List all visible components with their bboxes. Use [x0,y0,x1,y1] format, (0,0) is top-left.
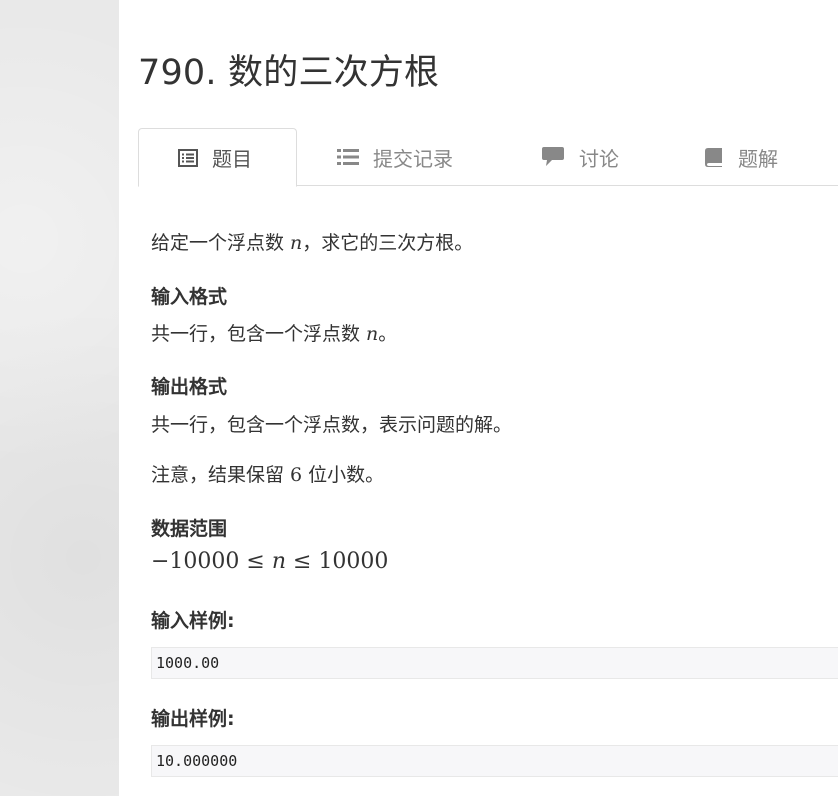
math-var: n [271,549,287,574]
text: 。 [378,323,398,345]
text: ，求它的三次方根。 [302,232,474,254]
math-num: 6 [290,464,303,486]
text: 位小数。 [302,464,385,486]
list-icon [337,148,359,166]
input-format-heading: 输入格式 [151,286,228,308]
tab-label: 提交记录 [373,146,453,171]
range-low: −10000 [151,549,240,574]
tab-discussion[interactable]: 讨论 [541,128,661,186]
tab-solutions[interactable]: 题解 [704,128,824,186]
math-var: n [366,323,379,345]
output-format-text: 共一行，包含一个浮点数，表示问题的解。 [151,414,513,436]
tab-label: 题解 [738,146,778,171]
list-alt-icon [178,148,198,167]
sample-input-heading: 输入样例: [151,610,235,632]
book-icon [704,147,724,167]
page-background [0,0,119,796]
tab-label: 讨论 [579,146,619,171]
text: 共一行，包含一个浮点数 [151,323,367,345]
data-range-formula: −10000 ≤ n ≤ 10000 [151,549,388,574]
sample-input-code[interactable]: 1000.00 [151,647,838,679]
math-var: n [290,232,303,254]
problem-description: 给定一个浮点数 n，求它的三次方根。 [151,228,473,255]
page-title: 790. 数的三次方根 [138,53,440,93]
input-format-text: 共一行，包含一个浮点数 n。 [151,319,397,346]
problem-panel: 790. 数的三次方根 题目 提交记录 讨论 题解 给定一个浮点数 n，求它的三… [119,0,838,796]
problem-tabs: 题目 提交记录 讨论 题解 [138,128,838,187]
tab-submissions[interactable]: 提交记录 [337,128,497,186]
le-sign: ≤ [239,549,272,574]
output-format-note: 注意，结果保留 6 位小数。 [151,460,384,487]
tab-problem[interactable]: 题目 [138,128,297,187]
le-sign: ≤ [286,549,319,574]
tab-label: 题目 [212,147,252,171]
comment-icon [541,147,565,167]
text: 给定一个浮点数 [151,232,291,254]
data-range-heading: 数据范围 [151,518,228,540]
range-high: 10000 [318,549,389,574]
output-format-heading: 输出格式 [151,376,228,398]
text: 注意，结果保留 [151,464,291,486]
sample-output-code[interactable]: 10.000000 [151,745,838,777]
sample-output-heading: 输出样例: [151,708,235,730]
